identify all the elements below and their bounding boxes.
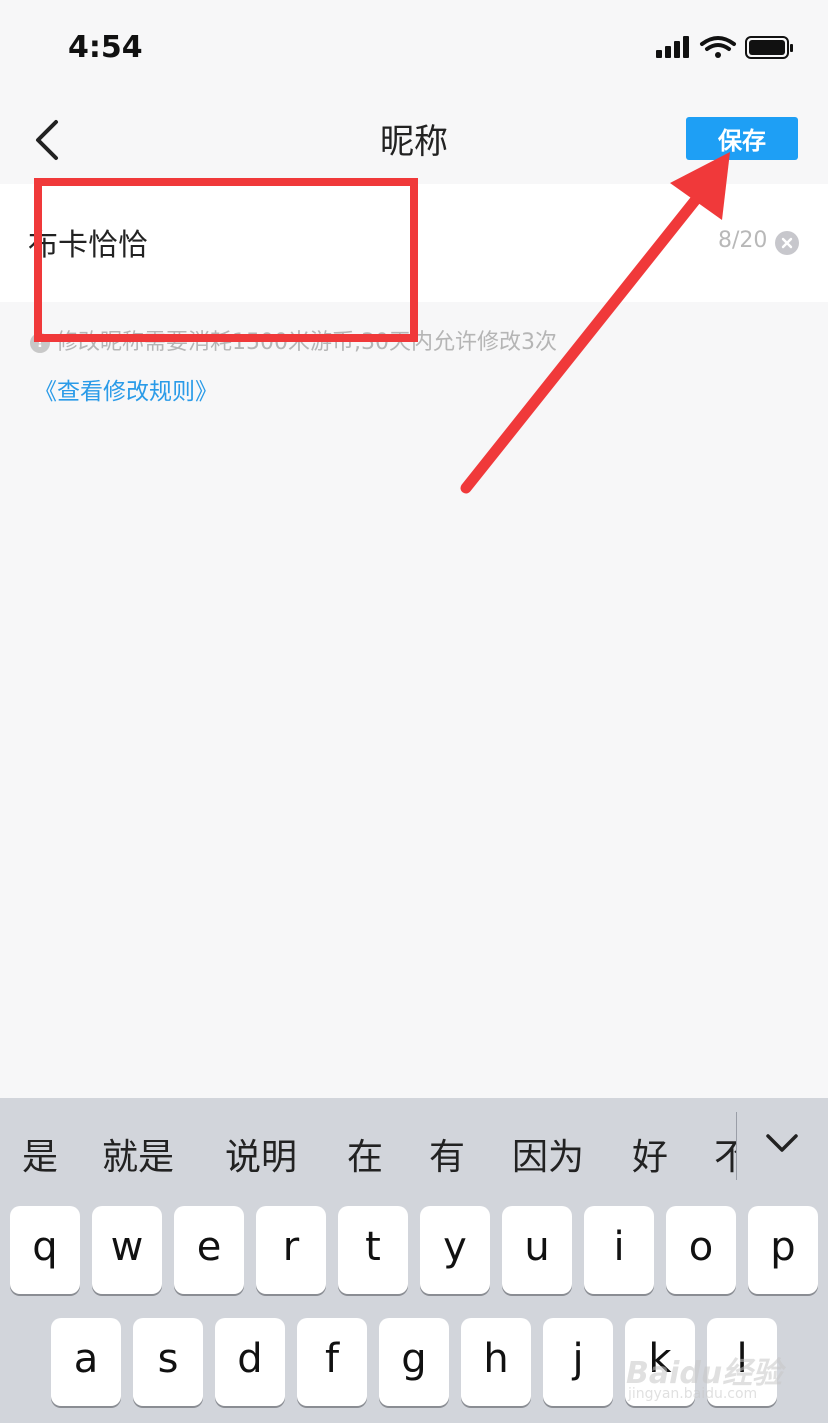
nav-bar: 昵称 保存 [0, 96, 828, 184]
nickname-row: 8/20 [0, 184, 828, 302]
key-k[interactable]: k [625, 1318, 695, 1406]
nickname-input[interactable] [28, 218, 628, 266]
char-count: 8/20 [718, 228, 768, 253]
key-o[interactable]: o [666, 1206, 736, 1294]
keyboard: 是 就是 说明 在 有 因为 好 不 q w e r t y u i o p a… [0, 1098, 828, 1423]
candidate-word[interactable]: 因为 [512, 1128, 584, 1180]
candidate-bar: 是 就是 说明 在 有 因为 好 不 [0, 1098, 828, 1198]
hint-text: 修改昵称需要消耗1500米游币,30天内允许修改3次 [56, 330, 557, 355]
key-g[interactable]: g [379, 1318, 449, 1406]
status-time: 4:54 [68, 30, 143, 65]
battery-icon [745, 36, 793, 59]
key-u[interactable]: u [502, 1206, 572, 1294]
clear-button[interactable] [775, 231, 799, 255]
candidate-word[interactable]: 有 [429, 1128, 465, 1180]
key-p[interactable]: p [748, 1206, 818, 1294]
key-h[interactable]: h [461, 1318, 531, 1406]
info-icon: ! [30, 333, 50, 353]
key-a[interactable]: a [51, 1318, 121, 1406]
signal-icon [656, 36, 689, 58]
status-bar: 4:54 [0, 0, 828, 96]
candidate-word[interactable]: 就是 [102, 1128, 174, 1180]
candidate-word[interactable]: 说明 [225, 1128, 297, 1180]
expand-candidates-button[interactable] [762, 1128, 802, 1158]
key-f[interactable]: f [297, 1318, 367, 1406]
key-r[interactable]: r [256, 1206, 326, 1294]
save-button[interactable]: 保存 [686, 117, 798, 160]
candidate-word[interactable]: 不 [714, 1128, 736, 1180]
candidate-word[interactable]: 是 [22, 1128, 58, 1180]
hint-text-row: ! 修改昵称需要消耗1500米游币,30天内允许修改3次 [30, 324, 557, 356]
key-y[interactable]: y [420, 1206, 490, 1294]
wifi-icon [700, 36, 736, 58]
key-w[interactable]: w [92, 1206, 162, 1294]
clear-icon [775, 231, 799, 255]
key-j[interactable]: j [543, 1318, 613, 1406]
key-i[interactable]: i [584, 1206, 654, 1294]
rules-link[interactable]: 《查看修改规则》 [34, 372, 218, 406]
key-s[interactable]: s [133, 1318, 203, 1406]
key-t[interactable]: t [338, 1206, 408, 1294]
key-l[interactable]: l [707, 1318, 777, 1406]
status-icons [656, 34, 796, 66]
key-d[interactable]: d [215, 1318, 285, 1406]
key-q[interactable]: q [10, 1206, 80, 1294]
candidate-divider [736, 1112, 737, 1180]
key-e[interactable]: e [174, 1206, 244, 1294]
chevron-down-icon [766, 1134, 798, 1152]
candidate-word[interactable]: 好 [632, 1128, 668, 1180]
candidate-word[interactable]: 在 [347, 1128, 383, 1180]
